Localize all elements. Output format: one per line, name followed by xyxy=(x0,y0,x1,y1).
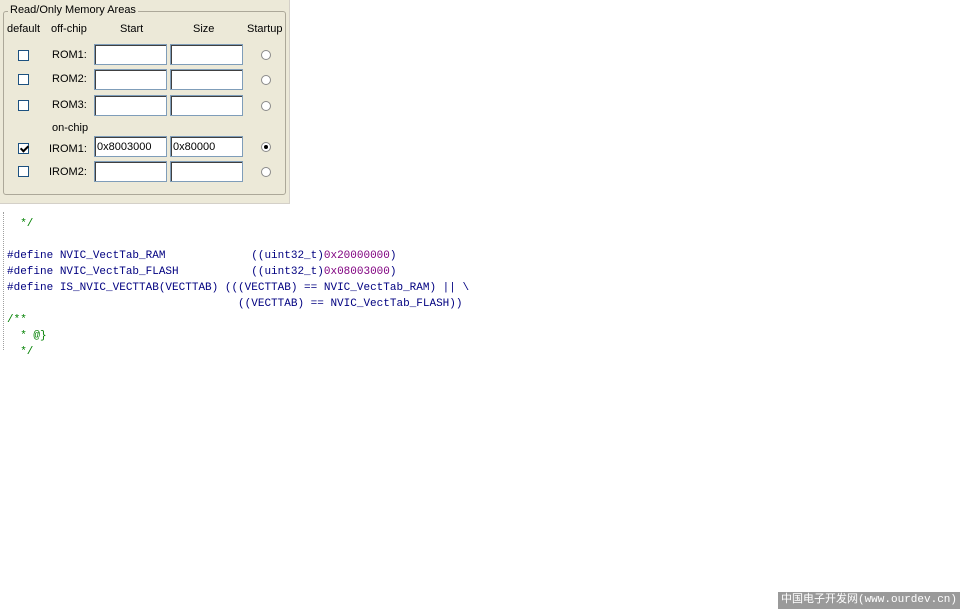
group-title: Read/Only Memory Areas xyxy=(8,4,138,16)
rom1-size-input[interactable] xyxy=(170,44,243,65)
rom1-label: ROM1: xyxy=(52,49,87,61)
define-value: 0x08003000 xyxy=(323,266,390,278)
header-start: Start xyxy=(120,23,144,35)
code-line-1: */ xyxy=(7,218,34,230)
define-name: NVIC_VectTab_FLASH ((uint32_t) xyxy=(53,266,324,278)
irom1-start-input[interactable] xyxy=(94,136,167,157)
memory-areas-panel: Read/Only Memory Areas default off-chip … xyxy=(0,0,290,204)
define-keyword: #define xyxy=(7,282,54,294)
header-default: default xyxy=(7,23,41,35)
define-end: ) xyxy=(389,250,397,262)
rom2-size-input[interactable] xyxy=(170,69,243,90)
code-line-4: #define NVIC_VectTab_FLASH ((uint32_t)0x… xyxy=(7,266,397,278)
rom3-start-input[interactable] xyxy=(94,95,167,116)
irom2-startup-radio[interactable] xyxy=(261,167,271,177)
header-offchip: off-chip xyxy=(51,23,87,35)
irom2-size-input[interactable] xyxy=(170,161,243,182)
rom2-start-input[interactable] xyxy=(94,69,167,90)
rom3-startup-radio[interactable] xyxy=(261,101,271,111)
rom2-default-checkbox[interactable] xyxy=(18,74,29,85)
code-text: */ #define NVIC_VectTab_RAM ((uint32_t)0… xyxy=(7,216,469,360)
rom3-size-input[interactable] xyxy=(170,95,243,116)
irom1-startup-radio[interactable] xyxy=(261,142,271,152)
code-line-7: /** xyxy=(7,314,27,326)
define-name: NVIC_VectTab_RAM ((uint32_t) xyxy=(53,250,324,262)
code-line-5: #define IS_NVIC_VECTTAB(VECTTAB) (((VECT… xyxy=(7,282,469,294)
irom2-default-checkbox[interactable] xyxy=(18,166,29,177)
rom2-startup-radio[interactable] xyxy=(261,75,271,85)
onchip-label: on-chip xyxy=(52,122,89,134)
rom1-default-checkbox[interactable] xyxy=(18,50,29,61)
irom1-size-input[interactable] xyxy=(170,136,243,157)
irom1-label: IROM1: xyxy=(49,143,87,155)
code-line-9: */ xyxy=(7,346,34,358)
code-editor[interactable]: */ #define NVIC_VectTab_RAM ((uint32_t)0… xyxy=(0,212,620,358)
define-rest: IS_NVIC_VECTTAB(VECTTAB) (((VECTTAB) == … xyxy=(53,282,470,294)
irom2-label: IROM2: xyxy=(49,166,87,178)
code-line-3: #define NVIC_VectTab_RAM ((uint32_t)0x20… xyxy=(7,250,397,262)
define-end: ) xyxy=(389,266,397,278)
code-line-6: ((VECTTAB) == NVIC_VectTab_FLASH)) xyxy=(7,298,463,310)
define-value: 0x20000000 xyxy=(323,250,390,262)
watermark: 中国电子开发网(www.ourdev.cn) xyxy=(777,592,960,609)
rom1-start-input[interactable] xyxy=(94,44,167,65)
rom1-startup-radio[interactable] xyxy=(261,50,271,60)
rom3-label: ROM3: xyxy=(52,99,87,111)
rom3-default-checkbox[interactable] xyxy=(18,100,29,111)
irom2-start-input[interactable] xyxy=(94,161,167,182)
define-keyword: #define xyxy=(7,250,54,262)
header-size: Size xyxy=(193,23,215,35)
irom1-default-checkbox[interactable] xyxy=(18,143,29,154)
code-line-8: * @} xyxy=(7,330,47,342)
header-startup: Startup xyxy=(247,23,283,35)
fold-gutter xyxy=(3,212,5,350)
rom2-label: ROM2: xyxy=(52,73,87,85)
define-keyword: #define xyxy=(7,266,54,278)
